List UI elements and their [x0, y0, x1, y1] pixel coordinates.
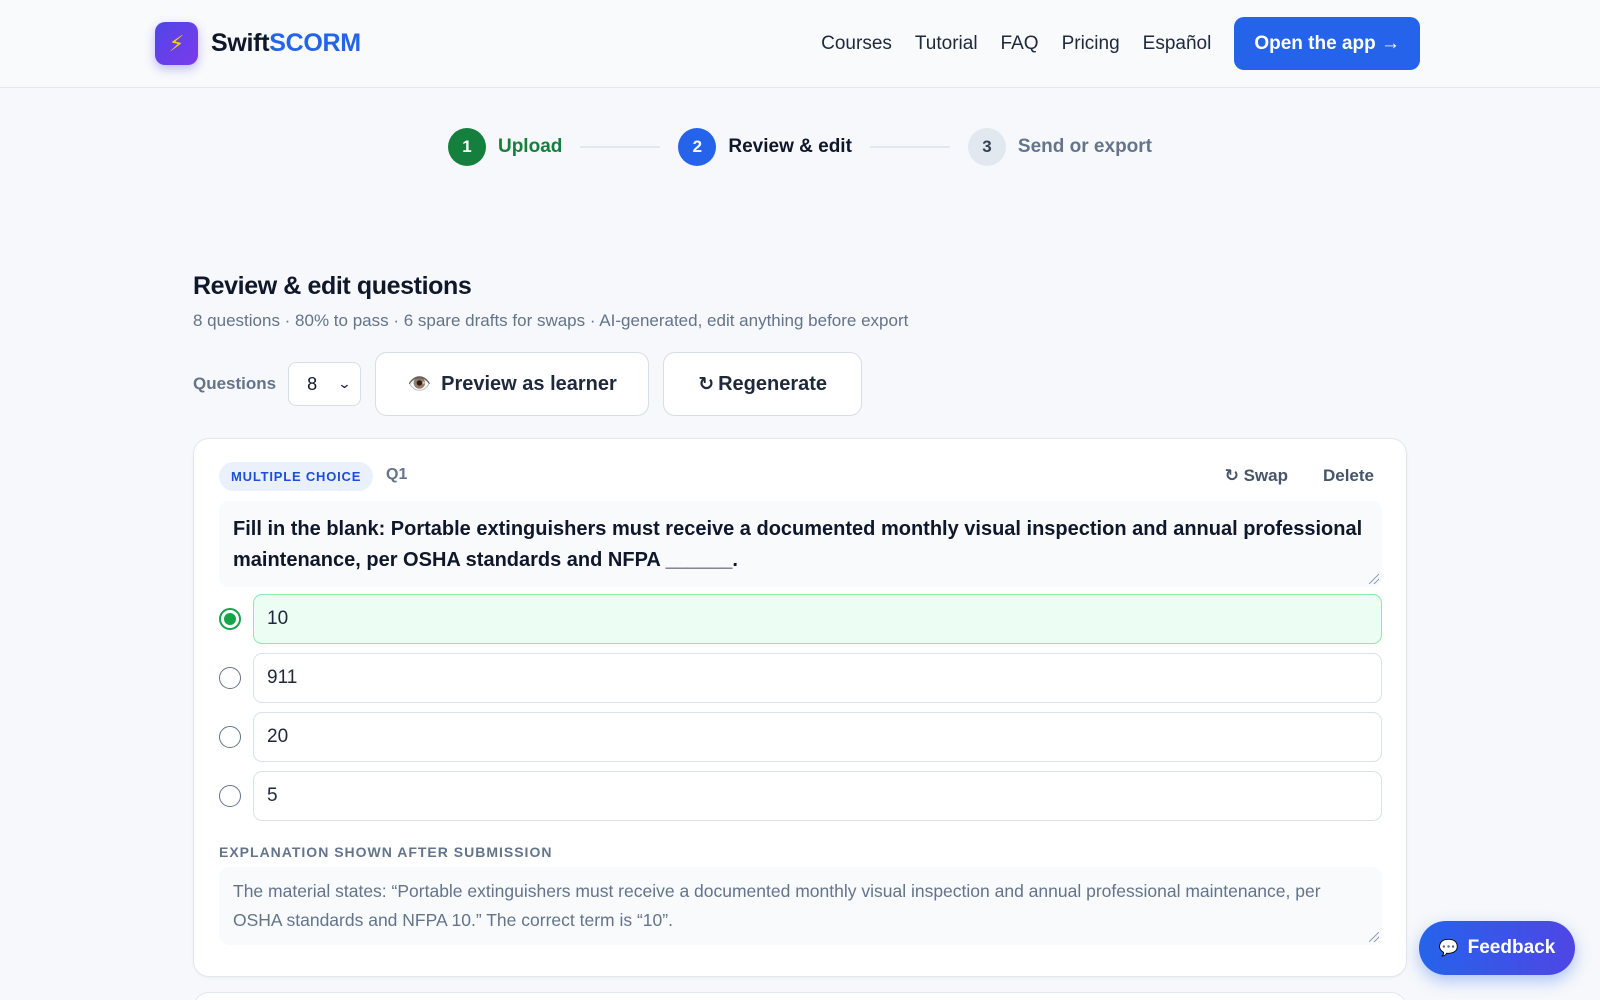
question-type-badge: MULTIPLE CHOICE: [219, 462, 374, 491]
open-app-button[interactable]: Open the app →: [1234, 17, 1420, 70]
step-number: 2: [678, 128, 717, 166]
explanation-text: The material states: “Portable extinguis…: [233, 881, 1321, 930]
explanation-label: EXPLANATION SHOWN AFTER SUBMISSION: [219, 844, 553, 860]
correct-answer-radio[interactable]: [219, 726, 241, 748]
explanation-input[interactable]: The material states: “Portable extinguis…: [219, 867, 1382, 945]
questions-count-select[interactable]: 8 ⌄: [288, 362, 362, 406]
swap-button[interactable]: ↻ Swap: [1225, 466, 1288, 486]
step-send[interactable]: 3 Send or export: [967, 128, 1152, 166]
nav-language[interactable]: Español: [1143, 18, 1212, 70]
question-text-input[interactable]: Fill in the blank: Portable extinguisher…: [219, 501, 1382, 587]
step-number: 3: [967, 128, 1006, 166]
answer-option: 20: [219, 712, 1382, 762]
answer-option: 5: [219, 771, 1382, 821]
answer-option: 911: [219, 653, 1382, 703]
nav-faq[interactable]: FAQ: [1001, 18, 1039, 70]
step-connector: [580, 146, 661, 148]
brand-name-part1: Swift: [211, 29, 270, 57]
step-upload[interactable]: 1 Upload: [447, 128, 563, 166]
question-number: Q1: [386, 466, 408, 483]
step-review[interactable]: 2 Review & edit: [678, 128, 852, 166]
regenerate-label: Regenerate: [718, 372, 828, 395]
correct-answer-radio[interactable]: [219, 667, 241, 689]
questions-count-value: 8: [307, 373, 318, 394]
chevron-down-icon: ⌄: [337, 376, 352, 391]
feedback-label: Feedback: [1467, 937, 1556, 958]
answer-option: 10: [219, 594, 1382, 644]
nav-pricing[interactable]: Pricing: [1062, 18, 1120, 70]
step-label: Review & edit: [728, 136, 852, 157]
step-connector: [869, 146, 950, 148]
nav-courses[interactable]: Courses: [821, 18, 892, 70]
progress-stepper: 1 Upload 2 Review & edit 3 Send or expor…: [0, 128, 1600, 166]
feedback-button[interactable]: 💬 Feedback: [1419, 921, 1575, 975]
refresh-icon: ↻: [698, 373, 715, 395]
step-label: Send or export: [1017, 136, 1152, 157]
question-toolbar: Questions 8 ⌄ 👁️ Preview as learner ↻ Re…: [193, 352, 1407, 416]
brand-logo[interactable]: ⚡ SwiftSCORM: [155, 22, 361, 65]
answer-option-input[interactable]: 5: [253, 771, 1382, 821]
step-label: Upload: [497, 136, 563, 157]
step-number: 1: [447, 128, 486, 166]
chat-bubble-icon: 💬: [1438, 940, 1459, 957]
question-card-header: MULTIPLE CHOICE Q1 ↻ Swap Delete: [219, 462, 1374, 491]
lightning-icon: ⚡: [155, 22, 198, 65]
main-nav: Courses Tutorial FAQ Pricing Español Ope…: [821, 17, 1420, 70]
brand-name-part2: SCORM: [269, 29, 361, 57]
next-question-card: [193, 992, 1407, 1000]
correct-answer-radio[interactable]: [219, 785, 241, 807]
preview-as-learner-button[interactable]: 👁️ Preview as learner: [375, 352, 650, 416]
answer-option-input[interactable]: 10: [253, 594, 1382, 644]
questions-count-label: Questions: [193, 374, 277, 393]
resize-handle[interactable]: [1369, 932, 1379, 942]
question-card: MULTIPLE CHOICE Q1 ↻ Swap Delete Fill in…: [193, 438, 1407, 977]
delete-button[interactable]: Delete: [1323, 466, 1374, 486]
resize-handle[interactable]: [1369, 574, 1379, 584]
regenerate-button[interactable]: ↻ Regenerate: [663, 352, 863, 416]
question-text: Fill in the blank: Portable extinguisher…: [233, 518, 1363, 571]
nav-tutorial[interactable]: Tutorial: [915, 18, 978, 70]
preview-label: Preview as learner: [441, 372, 617, 395]
answer-option-input[interactable]: 911: [253, 653, 1382, 703]
review-section: Review & edit questions 8 questions · 80…: [193, 272, 1407, 416]
page-title: Review & edit questions: [193, 272, 472, 300]
answer-option-input[interactable]: 20: [253, 712, 1382, 762]
correct-answer-radio[interactable]: [219, 608, 241, 630]
top-header: ⚡ SwiftSCORM Courses Tutorial FAQ Pricin…: [0, 0, 1600, 88]
page-subtitle: 8 questions · 80% to pass · 6 spare draf…: [193, 311, 909, 330]
brand-name: SwiftSCORM: [211, 29, 361, 58]
eye-icon: 👁️: [407, 374, 432, 395]
